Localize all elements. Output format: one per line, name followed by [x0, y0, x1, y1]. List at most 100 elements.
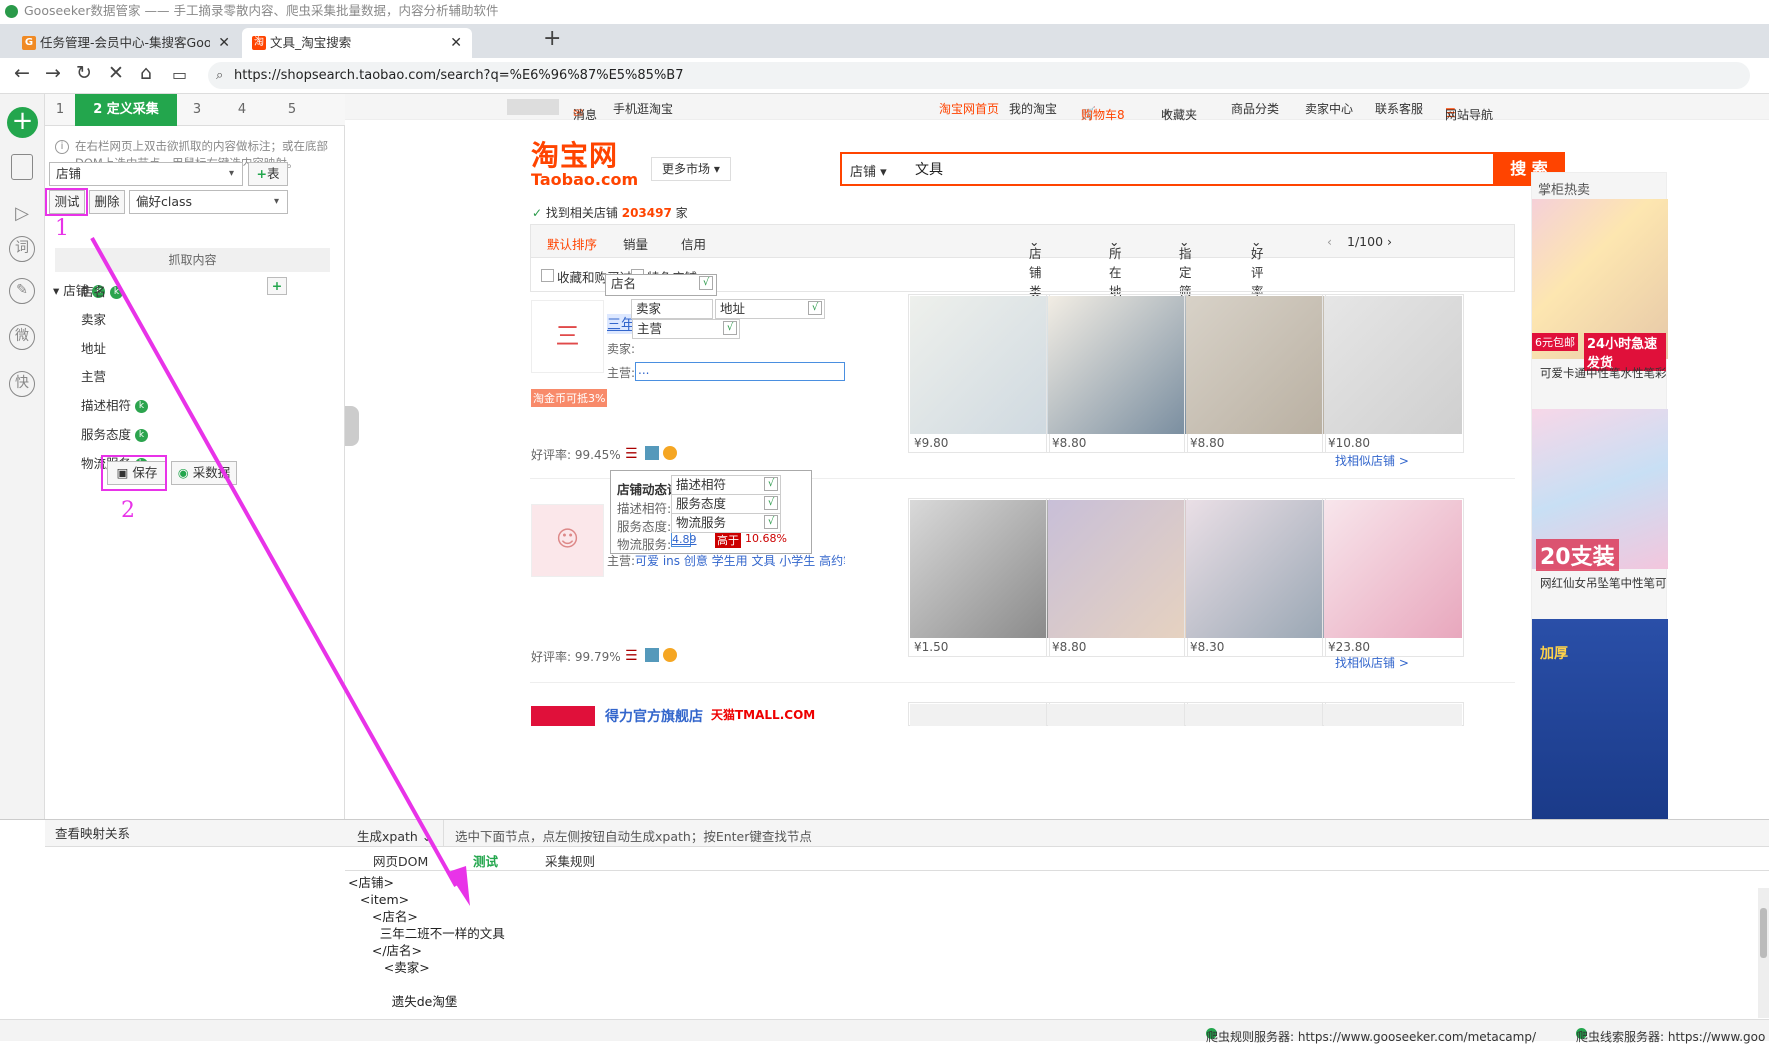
confirm-check-icon[interactable]: √: [808, 301, 822, 315]
product-image[interactable]: [910, 704, 1048, 726]
shop-name[interactable]: 得力官方旗舰店: [605, 706, 703, 726]
product-image[interactable]: [1324, 704, 1462, 726]
confirm-check-icon[interactable]: √: [764, 477, 778, 491]
confirm-check-icon[interactable]: √: [764, 496, 778, 510]
topbar-seller-center[interactable]: 卖家中心: [1305, 100, 1353, 117]
reload-icon[interactable]: ↻: [76, 62, 92, 84]
sort-default[interactable]: 默认排序: [547, 234, 597, 253]
new-tab-icon[interactable]: +: [543, 26, 561, 51]
product-image[interactable]: [1048, 500, 1186, 638]
hot-item-title[interactable]: 网红仙女吊坠笔中性笔可爱超: [1540, 575, 1666, 591]
product-image[interactable]: [910, 500, 1048, 638]
home-icon[interactable]: ⌂: [140, 62, 152, 84]
popup-field-main[interactable]: 主营 √: [632, 319, 740, 339]
product-image[interactable]: [1324, 296, 1462, 434]
url-input[interactable]: ⌕ https://shopsearch.taobao.com/search?q…: [208, 62, 1750, 89]
topbar-mobile[interactable]: 手机逛淘宝: [613, 100, 673, 117]
product-image[interactable]: [1048, 704, 1186, 726]
more-market-dropdown[interactable]: 更多市场 ▾: [651, 157, 731, 181]
product-card[interactable]: ¥10.80: [1322, 294, 1464, 453]
scroll-thumb[interactable]: [1760, 908, 1767, 958]
product-card[interactable]: ¥8.80: [1184, 294, 1326, 453]
weibo-icon[interactable]: 微: [9, 324, 35, 350]
product-image[interactable]: [1186, 500, 1324, 638]
vertical-scrollbar[interactable]: [1758, 888, 1769, 1018]
popup-field-address[interactable]: 地址 √: [715, 299, 825, 319]
topbar-service[interactable]: 联系客服: [1375, 100, 1423, 117]
delete-button[interactable]: 删除: [89, 190, 125, 214]
tree-field-2[interactable]: 卖家: [81, 309, 106, 328]
xpath-select[interactable]: 生成xpath ⌄: [357, 826, 432, 845]
xpath-hint-input[interactable]: 选中下面节点，点左侧按钮自动生成xpath；按Enter键查找节点: [455, 826, 812, 845]
find-similar-link[interactable]: 找相似店铺 >: [1335, 452, 1409, 469]
step-5[interactable]: 5: [267, 94, 317, 126]
page-next-icon[interactable]: ›: [1387, 234, 1392, 249]
step-3[interactable]: 3: [177, 94, 217, 126]
annotation-popup-name[interactable]: 店名 √: [605, 274, 717, 296]
tab-collection-rules[interactable]: 采集规则: [545, 851, 595, 870]
box-select[interactable]: 店铺 ▾: [49, 162, 243, 186]
confirm-check-icon[interactable]: √: [699, 276, 713, 290]
logistics-score[interactable]: 4.89: [671, 532, 697, 547]
product-card[interactable]: ¥23.80: [1322, 498, 1464, 657]
sort-sales[interactable]: 销量: [623, 234, 648, 253]
popup-field-seller[interactable]: 卖家: [631, 299, 713, 319]
tab-test[interactable]: 测试: [473, 851, 498, 870]
add-field-button[interactable]: +: [267, 277, 287, 295]
tree-field-4[interactable]: 主营: [81, 366, 106, 385]
pages-icon[interactable]: [11, 154, 33, 180]
folder-icon[interactable]: ▭: [172, 65, 187, 84]
popup-field[interactable]: 店名 √: [607, 275, 715, 295]
product-image[interactable]: [1186, 704, 1324, 726]
add-task-icon[interactable]: +: [7, 107, 38, 138]
quick-icon[interactable]: 快: [9, 371, 35, 397]
collapse-panel-handle[interactable]: [345, 406, 359, 446]
tab-web-dom[interactable]: 网页DOM: [373, 851, 428, 870]
tab-task-management[interactable]: G 任务管理-会员中心-集搜客GooSeeker ✕: [0, 28, 240, 58]
popup-field-service[interactable]: 服务态度 √: [671, 494, 781, 514]
filter-specified[interactable]: 指定筛选⌄: [1179, 234, 1192, 318]
popup-field-desc[interactable]: 描述相符 √: [671, 475, 781, 495]
step-4[interactable]: 4: [217, 94, 267, 126]
page-prev-icon[interactable]: ‹: [1327, 234, 1332, 249]
shop-avatar[interactable]: 三: [531, 300, 604, 373]
hot-item-title[interactable]: 可爱卡通中性笔水性笔彩色签: [1540, 365, 1666, 381]
tab-close-icon[interactable]: ✕: [450, 28, 462, 58]
product-image[interactable]: [1186, 296, 1324, 434]
step-2-define-collection[interactable]: 2 定义采集: [75, 94, 177, 126]
filter-location[interactable]: 所在地 ⌄: [1109, 234, 1122, 299]
main-value[interactable]: 可爱 ins 创意 学生用 文具 小学生 高约笔 ...: [635, 552, 845, 569]
product-card[interactable]: ¥8.30: [1184, 498, 1326, 657]
taobao-search-box[interactable]: 店铺 ▾ 文具: [840, 152, 1514, 186]
back-icon[interactable]: ←: [14, 62, 30, 84]
filter-rating[interactable]: 好评率 ⌄: [1251, 234, 1264, 299]
topbar-my-taobao[interactable]: 我的淘宝: [1009, 100, 1057, 117]
product-card[interactable]: ¥8.80: [1046, 294, 1188, 453]
filter-shop-type[interactable]: 店铺类型⌄: [1029, 234, 1042, 318]
product-card[interactable]: [1184, 702, 1326, 726]
tree-field-3[interactable]: 地址: [81, 338, 106, 357]
tree-field-5[interactable]: 描述相符 k: [81, 395, 149, 414]
tab-taobao-search[interactable]: 淘 文具_淘宝搜索 ✕: [242, 28, 472, 58]
confirm-check-icon[interactable]: √: [723, 321, 737, 335]
crawler-icon[interactable]: ▷: [9, 202, 35, 228]
word-icon[interactable]: 词: [9, 236, 35, 262]
collect-data-button[interactable]: ◉ 采数据: [171, 461, 237, 485]
tab-close-icon[interactable]: ✕: [218, 28, 230, 58]
taobao-logo[interactable]: 淘宝网 Taobao.com: [531, 134, 638, 189]
add-table-button[interactable]: +表: [248, 162, 288, 186]
confirm-check-icon[interactable]: √: [764, 515, 778, 529]
shop-avatar[interactable]: ☺: [531, 504, 604, 577]
tree-field-1[interactable]: 店名 k: [81, 281, 124, 300]
main-value[interactable]: ...: [635, 362, 845, 381]
login-placeholder[interactable]: [507, 99, 559, 115]
step-1[interactable]: 1: [45, 94, 75, 126]
class-select[interactable]: 偏好class ▾: [129, 190, 288, 214]
product-card[interactable]: [1046, 702, 1188, 726]
forward-icon[interactable]: →: [45, 62, 61, 84]
product-image[interactable]: [910, 296, 1048, 434]
topbar-categories[interactable]: 商品分类: [1231, 100, 1279, 117]
product-card[interactable]: [908, 702, 1050, 726]
topbar-home[interactable]: 淘宝网首页: [939, 100, 999, 117]
sort-credit[interactable]: 信用: [681, 234, 706, 253]
